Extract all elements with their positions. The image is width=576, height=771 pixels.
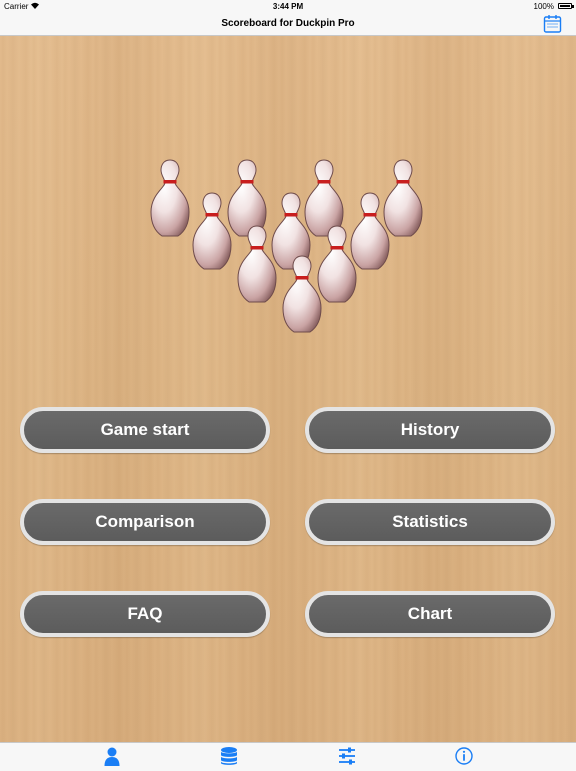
chart-button[interactable]: Chart bbox=[305, 591, 555, 637]
calendar-icon[interactable] bbox=[543, 14, 562, 33]
comparison-button[interactable]: Comparison bbox=[20, 499, 270, 545]
tab-player[interactable] bbox=[102, 746, 122, 766]
navigation-bar: Scoreboard for Duckpin Pro bbox=[0, 14, 576, 36]
battery-percentage: 100% bbox=[533, 2, 554, 11]
tab-info[interactable] bbox=[454, 746, 474, 766]
database-icon bbox=[221, 747, 237, 765]
statistics-button[interactable]: Statistics bbox=[305, 499, 555, 545]
status-bar: Carrier 3:44 PM 100% bbox=[0, 0, 576, 14]
game-start-button[interactable]: Game start bbox=[20, 407, 270, 453]
faq-button[interactable]: FAQ bbox=[20, 591, 270, 637]
history-button[interactable]: History bbox=[305, 407, 555, 453]
clock: 3:44 PM bbox=[272, 2, 304, 11]
sliders-icon bbox=[339, 747, 355, 765]
info-icon bbox=[455, 747, 473, 765]
tab-data[interactable] bbox=[219, 746, 239, 766]
person-icon bbox=[104, 747, 120, 766]
battery-icon bbox=[558, 3, 572, 9]
tab-settings[interactable] bbox=[337, 746, 357, 766]
battery-tip bbox=[572, 5, 574, 8]
page-title: Scoreboard for Duckpin Pro bbox=[221, 18, 355, 29]
tab-bar bbox=[0, 742, 576, 768]
bowling-pins-icon bbox=[150, 159, 423, 333]
